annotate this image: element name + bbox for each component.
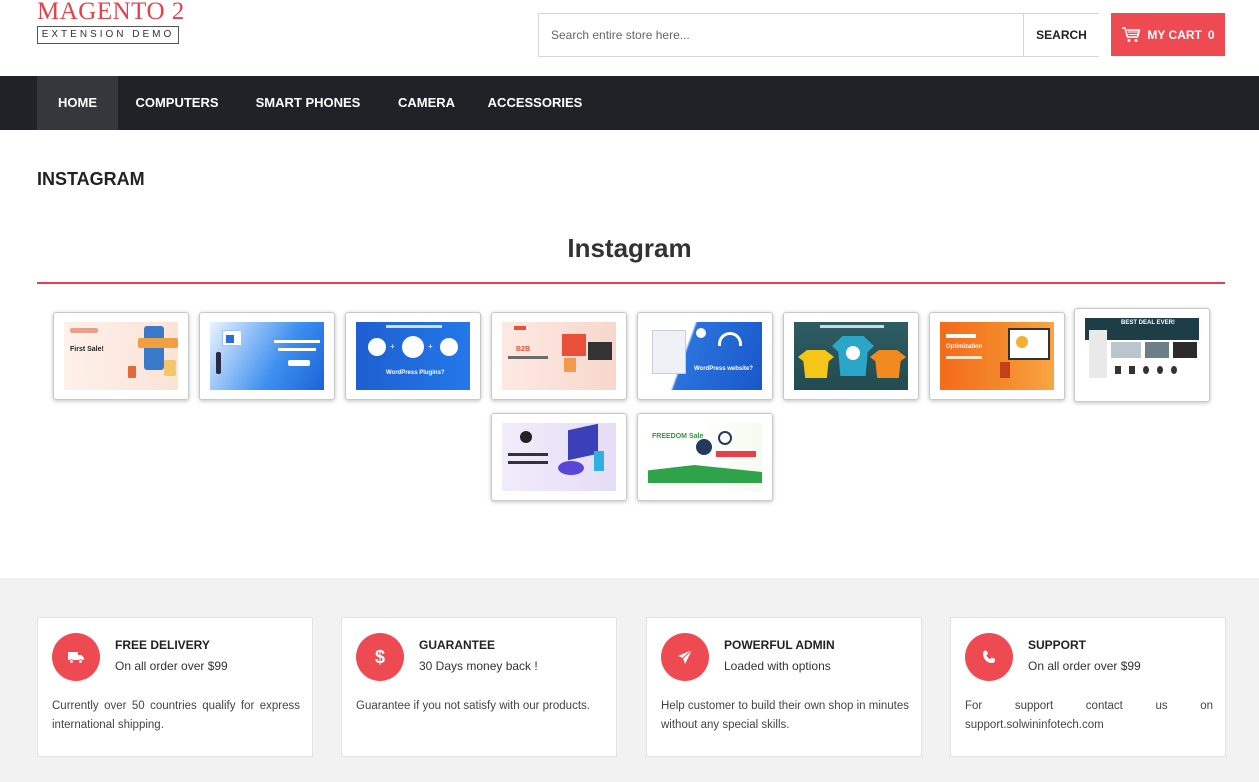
instagram-post-image: WordPress website? xyxy=(648,322,762,390)
post-caption: WordPress Plugins? xyxy=(386,370,445,376)
feature-card-support: SUPPORT On all order over $99 For suppor… xyxy=(950,617,1226,757)
instagram-post[interactable] xyxy=(199,312,335,400)
cart-button[interactable]: MY CART 0 xyxy=(1111,13,1225,56)
nav-item-computers[interactable]: COMPUTERS xyxy=(122,76,232,130)
paper-plane-icon xyxy=(661,633,709,681)
feature-subtitle: Loaded with options xyxy=(724,659,831,673)
features-section: FREE DELIVERY On all order over $99 Curr… xyxy=(0,578,1259,782)
instagram-post-image: FREEDOM Sale xyxy=(648,423,762,491)
feature-title: SUPPORT xyxy=(1028,638,1087,652)
feature-description: Help customer to build their own shop in… xyxy=(661,700,910,731)
feature-title: POWERFUL ADMIN xyxy=(724,638,835,652)
feature-subtitle: 30 Days money back ! xyxy=(419,659,538,673)
feature-card-free-delivery: FREE DELIVERY On all order over $99 Curr… xyxy=(37,617,313,757)
nav-item-smart-phones[interactable]: SMART PHONES xyxy=(242,76,374,130)
feature-title: GUARANTEE xyxy=(419,638,496,652)
feature-description: For support contact us on support.solwin… xyxy=(965,700,1213,731)
instagram-post-image xyxy=(210,322,324,390)
main-navigation: HOME COMPUTERS SMART PHONES CAMERA ACCES… xyxy=(0,76,1259,130)
feature-title: FREE DELIVERY xyxy=(115,638,210,652)
instagram-post[interactable]: FREEDOM Sale xyxy=(637,413,773,501)
post-caption: B2B xyxy=(516,346,531,353)
search-input[interactable] xyxy=(539,14,1023,56)
instagram-post-image xyxy=(794,322,908,390)
instagram-post[interactable]: First Sale! xyxy=(53,312,189,400)
instagram-post-image xyxy=(502,423,616,491)
instagram-heading: Instagram xyxy=(567,233,692,263)
cart-count: 0 xyxy=(1207,27,1215,42)
instagram-post[interactable]: B2B xyxy=(491,312,627,400)
logo-title: MAGENTO 2 xyxy=(37,0,185,25)
nav-item-accessories[interactable]: ACCESSORIES xyxy=(478,76,592,130)
nav-item-camera[interactable]: CAMERA xyxy=(385,76,468,130)
search-button[interactable]: SEARCH xyxy=(1023,14,1099,56)
instagram-post-image: First Sale! xyxy=(64,322,178,390)
feature-subtitle: On all order over $99 xyxy=(115,659,228,673)
instagram-post[interactable] xyxy=(783,312,919,400)
instagram-post-image: B2B xyxy=(502,322,616,390)
post-caption: BEST DEAL EVER! xyxy=(1121,320,1175,326)
instagram-post[interactable] xyxy=(491,413,627,501)
feature-description: Guarantee if you not satisfy with our pr… xyxy=(356,700,590,712)
search-form: SEARCH xyxy=(538,13,1099,57)
instagram-post[interactable]: BEST DEAL EVER! xyxy=(1074,308,1210,402)
page-title: INSTAGRAM xyxy=(37,169,145,189)
feature-card-guarantee: $ GUARANTEE 30 Days money back ! Guarant… xyxy=(341,617,617,757)
nav-item-home[interactable]: HOME xyxy=(37,76,118,130)
post-caption: FREEDOM Sale xyxy=(652,433,704,440)
instagram-post[interactable]: Optimization xyxy=(929,312,1065,400)
instagram-post[interactable]: WordPress website? xyxy=(637,312,773,400)
phone-icon xyxy=(965,633,1013,681)
dollar-icon: $ xyxy=(356,633,404,681)
heading-divider xyxy=(37,282,1225,284)
feature-card-powerful-admin: POWERFUL ADMIN Loaded with options Help … xyxy=(646,617,922,757)
instagram-post[interactable]: + + WordPress Plugins? xyxy=(345,312,481,400)
store-logo[interactable]: MAGENTO 2 EXTENSION DEMO xyxy=(37,0,184,46)
instagram-post-image: + + WordPress Plugins? xyxy=(356,322,470,390)
logo-subtitle: EXTENSION DEMO xyxy=(37,26,179,44)
post-caption: First Sale! xyxy=(70,346,104,353)
truck-icon xyxy=(52,633,100,681)
feature-description: Currently over 50 countries qualify for … xyxy=(52,700,300,731)
feature-subtitle: On all order over $99 xyxy=(1028,659,1141,673)
cart-icon xyxy=(1121,26,1141,43)
instagram-post-image: BEST DEAL EVER! xyxy=(1085,318,1199,392)
instagram-post-image: Optimization xyxy=(940,322,1054,390)
site-header: MAGENTO 2 EXTENSION DEMO SEARCH MY CART … xyxy=(0,0,1259,76)
post-caption: Optimization xyxy=(946,344,983,350)
cart-label: MY CART xyxy=(1147,27,1202,42)
post-caption: WordPress website? xyxy=(694,366,753,372)
